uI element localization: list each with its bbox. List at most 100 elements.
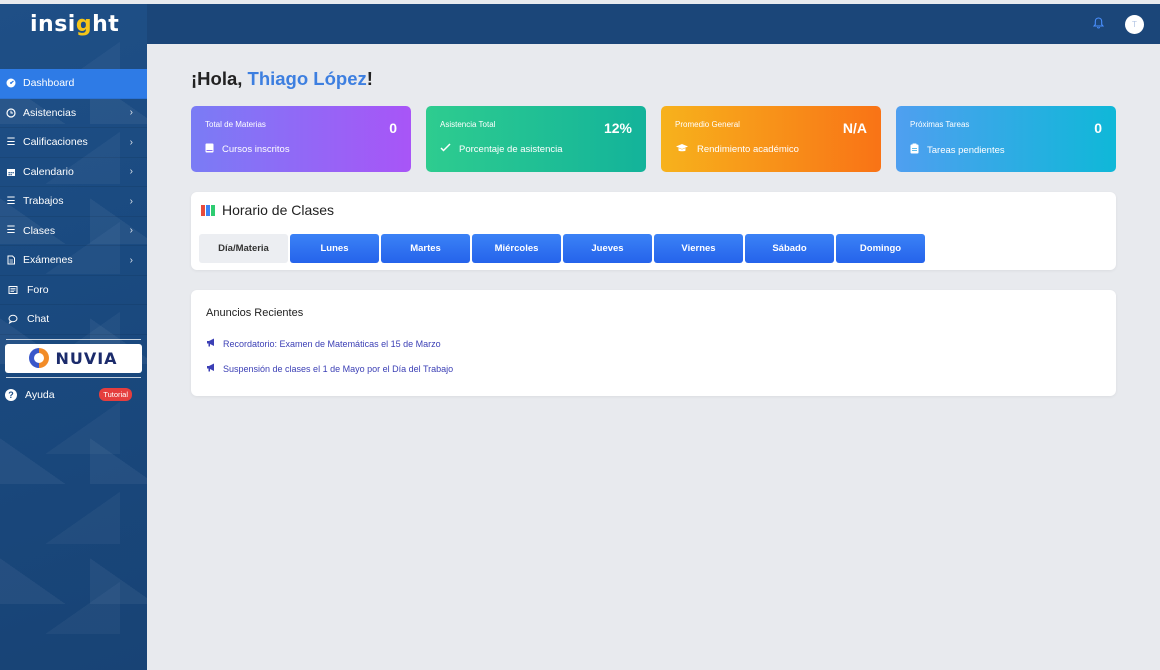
forum-icon	[7, 284, 19, 296]
announcement-item[interactable]: Suspensión de clases el 1 de Mayo por el…	[206, 363, 453, 374]
chevron-right-icon: ›	[129, 195, 133, 207]
sidebar-item-label: Exámenes	[23, 254, 73, 267]
day-tab-miercoles[interactable]: Miércoles	[472, 234, 561, 263]
top-bar: T	[147, 4, 1160, 44]
card-value: N/A	[842, 120, 867, 136]
avatar[interactable]: T	[1125, 15, 1144, 34]
tutorial-badge[interactable]: Tutorial	[99, 388, 132, 401]
calendar-icon	[5, 166, 17, 178]
greeting-prefix: ¡Hola,	[191, 68, 248, 89]
clipboard-icon	[910, 143, 919, 157]
chevron-right-icon: ›	[129, 225, 133, 237]
document-icon	[5, 254, 17, 266]
card-total-materias[interactable]: Total de Materias 0 Cursos inscritos	[191, 106, 411, 172]
sidebar-item-ayuda[interactable]: ? Ayuda Tutorial	[0, 382, 147, 408]
sidebar-item-label: Foro	[27, 283, 49, 296]
announcement-text: Recordatorio: Examen de Matemáticas el 1…	[223, 338, 441, 349]
logo-text-end: ht	[92, 11, 120, 37]
megaphone-icon	[206, 363, 216, 374]
announcements-panel: Anuncios Recientes Recordatorio: Examen …	[191, 290, 1116, 396]
list-icon: ☰	[6, 195, 16, 207]
check-icon	[440, 143, 451, 155]
card-value: 0	[1094, 120, 1102, 136]
chat-icon	[7, 313, 19, 325]
nuvia-button[interactable]: NUVIA	[5, 343, 142, 373]
megaphone-icon	[206, 338, 216, 349]
sidebar-item-label: Chat	[27, 313, 50, 326]
schedule-header-cell: Día/Materia	[199, 234, 288, 263]
chevron-right-icon: ›	[129, 166, 133, 178]
announcements-title: Anuncios Recientes	[206, 307, 304, 319]
list-icon: ☰	[6, 225, 16, 237]
schedule-days: Día/Materia Lunes Martes Miércoles Jueve…	[199, 234, 925, 263]
dashboard-icon	[5, 77, 17, 89]
books-icon	[201, 204, 215, 216]
sidebar-item-calificaciones[interactable]: ☰ Calificaciones ›	[0, 128, 147, 158]
schedule-panel: Horario de Clases Día/Materia Lunes Mart…	[191, 192, 1116, 270]
card-subtitle: Porcentaje de asistencia	[440, 143, 563, 155]
day-tab-jueves[interactable]: Jueves	[563, 234, 652, 263]
announcement-item[interactable]: Recordatorio: Examen de Matemáticas el 1…	[206, 338, 441, 349]
sidebar-item-label: Clases	[23, 224, 56, 237]
chevron-right-icon: ›	[129, 136, 133, 148]
graduation-cap-icon	[675, 143, 689, 156]
schedule-title: Horario de Clases	[201, 202, 334, 218]
day-tab-martes[interactable]: Martes	[381, 234, 470, 263]
book-icon	[205, 143, 214, 156]
clock-icon	[5, 107, 17, 119]
nuvia-label: NUVIA	[55, 348, 118, 368]
day-tab-domingo[interactable]: Domingo	[836, 234, 925, 263]
card-promedio-general[interactable]: Promedio General N/A Rendimiento académi…	[661, 106, 881, 172]
card-subtitle: Tareas pendientes	[910, 143, 1005, 157]
sidebar-item-calendario[interactable]: Calendario ›	[0, 158, 147, 187]
sidebar-item-label: Asistencias	[23, 106, 77, 119]
list-icon: ☰	[6, 136, 16, 148]
sidebar-item-label: Calendario	[23, 165, 74, 178]
card-asistencia-total[interactable]: Asistencia Total 12% Porcentaje de asist…	[426, 106, 646, 172]
help-icon: ?	[5, 388, 17, 401]
schedule-title-text: Horario de Clases	[222, 202, 335, 218]
sidebar-item-trabajos[interactable]: ☰ Trabajos ›	[0, 187, 147, 217]
sidebar-divider	[6, 376, 141, 378]
card-title: Total de Materias	[205, 120, 266, 129]
sidebar: insight Dashboard Asistencias › ☰ Califi…	[0, 4, 147, 670]
sidebar-item-label: Calificaciones	[23, 136, 88, 149]
card-subtitle-text: Porcentaje de asistencia	[459, 143, 563, 155]
bell-icon[interactable]	[1092, 17, 1105, 32]
sidebar-item-clases[interactable]: ☰ Clases ›	[0, 217, 147, 246]
logo[interactable]: insight	[0, 4, 147, 44]
logo-text-start: insi	[30, 11, 76, 37]
greeting-suffix: !	[366, 68, 373, 89]
chevron-right-icon: ›	[129, 107, 133, 119]
sidebar-item-asistencias[interactable]: Asistencias ›	[0, 99, 147, 128]
sidebar-item-label: Dashboard	[23, 77, 75, 90]
announcement-text: Suspensión de clases el 1 de Mayo por el…	[223, 363, 454, 374]
card-subtitle: Rendimiento académico	[675, 143, 799, 156]
card-title: Promedio General	[675, 120, 740, 129]
sidebar-item-label: Ayuda	[25, 388, 55, 401]
day-tab-lunes[interactable]: Lunes	[290, 234, 379, 263]
sidebar-item-label: Trabajos	[23, 195, 64, 208]
card-proximas-tareas[interactable]: Próximas Tareas 0 Tareas pendientes	[896, 106, 1116, 172]
card-value: 0	[389, 120, 397, 136]
sidebar-divider	[6, 338, 141, 340]
logo-text-accent: g	[75, 11, 93, 37]
day-tab-viernes[interactable]: Viernes	[654, 234, 743, 263]
greeting: ¡Hola, Thiago López!	[191, 68, 373, 90]
card-subtitle: Cursos inscritos	[205, 143, 290, 156]
sidebar-item-dashboard[interactable]: Dashboard	[0, 69, 147, 99]
nuvia-logo-icon	[29, 348, 50, 368]
day-tab-sabado[interactable]: Sábado	[745, 234, 834, 263]
card-subtitle-text: Tareas pendientes	[927, 144, 1005, 156]
user-name: Thiago López	[247, 68, 367, 89]
main-content: ¡Hola, Thiago López! Total de Materias 0…	[147, 44, 1160, 670]
card-value: 12%	[603, 120, 632, 136]
chevron-right-icon: ›	[129, 254, 133, 266]
card-subtitle-text: Cursos inscritos	[222, 144, 290, 155]
sidebar-item-examenes[interactable]: Exámenes ›	[0, 246, 147, 276]
sidebar-item-foro[interactable]: Foro	[0, 276, 147, 305]
card-subtitle-text: Rendimiento académico	[697, 144, 799, 155]
sidebar-item-chat[interactable]: Chat	[0, 305, 147, 335]
card-title: Próximas Tareas	[910, 120, 970, 129]
stats-cards: Total de Materias 0 Cursos inscritos Asi…	[191, 106, 1116, 172]
